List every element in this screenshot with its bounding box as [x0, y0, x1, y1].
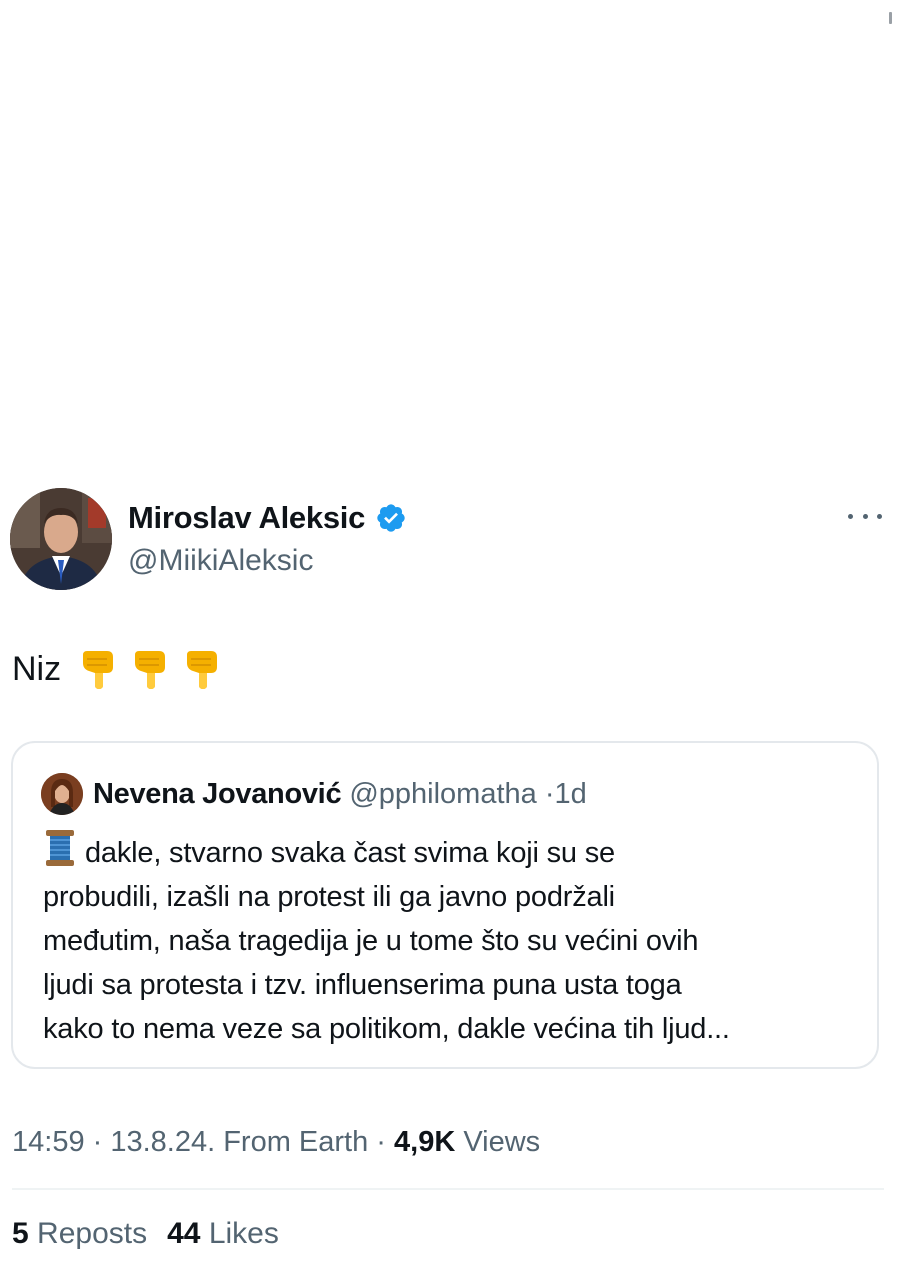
- likes-count: 44: [167, 1217, 201, 1250]
- quote-avatar[interactable]: [41, 773, 83, 815]
- author-handle[interactable]: @MiikiAleksic: [128, 543, 313, 579]
- reposts-label: Reposts: [37, 1217, 148, 1250]
- tweet-meta: 14:59 · 13.8.24. From Earth · 4,9K Views: [12, 1122, 540, 1162]
- pointing-down-icon: [187, 651, 218, 689]
- avatar-image: [10, 488, 112, 590]
- quote-line: probudili, izašli na protest ili ga javn…: [43, 881, 615, 913]
- author-name-text[interactable]: Miroslav Aleksic: [128, 499, 365, 537]
- spool-icon: [46, 830, 74, 866]
- tweet-text: Niz: [12, 645, 221, 693]
- pointing-down-icon: [135, 651, 166, 689]
- tweet: Miroslav Aleksic @MiikiAleksic Niz Neven…: [0, 0, 900, 1266]
- quote-line: međutim, naša tragedija je u tome što su…: [43, 925, 699, 957]
- quote-time[interactable]: 1d: [555, 778, 587, 810]
- time-date-source[interactable]: 14:59 · 13.8.24. From Earth ·: [12, 1126, 394, 1158]
- quote-author-handle[interactable]: @pphilomatha: [349, 778, 545, 810]
- more-options-icon[interactable]: [848, 506, 882, 526]
- views-label: Views: [463, 1126, 541, 1158]
- reposts-link[interactable]: 5 Reposts: [12, 1217, 147, 1250]
- quote-separator: ·: [544, 778, 555, 810]
- author-name[interactable]: Miroslav Aleksic: [128, 499, 407, 537]
- more-dot: [848, 513, 853, 519]
- quote-line: ljudi sa protesta i tzv. influenserima p…: [43, 969, 682, 1001]
- verified-badge-icon: [377, 504, 405, 532]
- quote-header: Nevena Jovanović @pphilomatha ·1d: [93, 775, 587, 813]
- avatar[interactable]: [10, 488, 112, 590]
- quote-line: dakle, stvarno svaka čast svima koji su …: [43, 828, 865, 875]
- quote-avatar-image: [41, 773, 83, 815]
- quote-line: kako to nema veze sa politikom, dakle ve…: [43, 1013, 730, 1045]
- pointing-down-icon: [83, 651, 114, 689]
- engagement-stats: 5 Reposts 44 Likes: [12, 1214, 279, 1254]
- quote-body: dakle, stvarno svaka čast svima koji su …: [43, 828, 865, 1051]
- divider: [12, 1188, 884, 1190]
- quote-author-name[interactable]: Nevena Jovanović: [93, 778, 342, 810]
- likes-label: Likes: [208, 1217, 279, 1250]
- reposts-count: 5: [12, 1217, 29, 1250]
- tweet-text-content: Niz: [12, 650, 62, 688]
- quoted-tweet[interactable]: Nevena Jovanović @pphilomatha ·1d dakle,…: [11, 741, 879, 1069]
- more-dot: [877, 513, 882, 519]
- quote-line-text: dakle, stvarno svaka čast svima koji su …: [85, 837, 615, 869]
- views-count: 4,9K: [394, 1126, 456, 1158]
- likes-link[interactable]: 44 Likes: [167, 1217, 279, 1250]
- emoji-group: [79, 647, 221, 691]
- more-dot: [862, 513, 868, 519]
